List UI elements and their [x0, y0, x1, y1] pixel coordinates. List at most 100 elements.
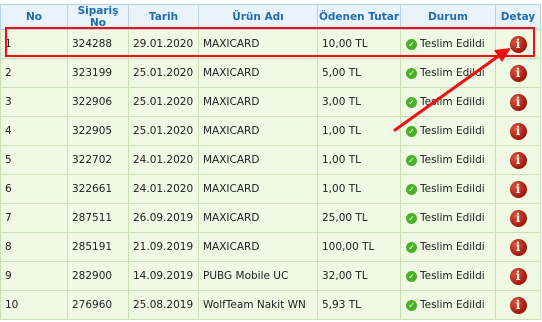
info-icon[interactable]: i	[509, 209, 527, 227]
cell-no: 6	[0, 174, 68, 204]
cell-order-no: 322702	[67, 145, 129, 175]
cell-date: 26.09.2019	[128, 203, 199, 233]
cell-amount: 1,00 TL	[317, 174, 401, 204]
table-row: 2 323199 25.01.2020 MAXICARD 5,00 TL ✓ Teslim …	[0, 58, 541, 88]
table-row: 10 276960 25.08.2019 WolfTeam Nakit WN 5,93 …	[0, 290, 541, 320]
info-icon[interactable]: i	[509, 267, 527, 285]
cell-status: ✓ Teslim Edildi	[400, 203, 496, 233]
cell-no: 10	[0, 290, 68, 320]
cell-status: ✓ Teslim Edildi	[400, 29, 496, 59]
header-detail: Detay	[495, 4, 541, 30]
status-badge: ✓ Teslim Edildi	[406, 154, 485, 166]
cell-order-no: 322906	[67, 87, 129, 117]
cell-date: 25.08.2019	[128, 290, 199, 320]
info-icon[interactable]: i	[509, 180, 527, 198]
cell-amount: 5,00 TL	[317, 58, 401, 88]
cell-detail: i	[495, 174, 541, 204]
cell-amount: 1,00 TL	[317, 145, 401, 175]
cell-amount: 100,00 TL	[317, 232, 401, 262]
cell-no: 2	[0, 58, 68, 88]
check-circle-icon: ✓	[406, 96, 417, 108]
orders-page: No Sipariş No Tarih Ürün Adı Ödenen Tuta…	[0, 0, 542, 322]
cell-date: 29.01.2020	[128, 29, 199, 59]
cell-detail: i	[495, 203, 541, 233]
status-label: Teslim Edildi	[420, 241, 485, 254]
info-icon[interactable]: i	[509, 64, 527, 82]
info-icon[interactable]: i	[509, 238, 527, 256]
status-badge: ✓ Teslim Edildi	[406, 67, 485, 79]
cell-amount: 32,00 TL	[317, 261, 401, 291]
cell-order-no: 324288	[67, 29, 129, 59]
cell-status: ✓ Teslim Edildi	[400, 261, 496, 291]
status-badge: ✓ Teslim Edildi	[406, 183, 485, 195]
cell-no: 3	[0, 87, 68, 117]
cell-product: MAXICARD	[198, 58, 318, 88]
cell-product: MAXICARD	[198, 87, 318, 117]
table-row: 5 322702 24.01.2020 MAXICARD 1,00 TL ✓ Teslim …	[0, 145, 541, 175]
table-row: 6 322661 24.01.2020 MAXICARD 1,00 TL ✓ Teslim …	[0, 174, 541, 204]
status-label: Teslim Edildi	[420, 125, 485, 138]
check-circle-icon: ✓	[406, 241, 417, 253]
cell-date: 25.01.2020	[128, 87, 199, 117]
status-label: Teslim Edildi	[420, 212, 485, 225]
status-badge: ✓ Teslim Edildi	[406, 241, 485, 253]
cell-product: MAXICARD	[198, 232, 318, 262]
info-icon[interactable]: i	[509, 35, 527, 53]
status-label: Teslim Edildi	[420, 299, 485, 312]
check-circle-icon: ✓	[406, 212, 417, 224]
info-icon[interactable]: i	[509, 93, 527, 111]
cell-detail: i	[495, 261, 541, 291]
cell-amount: 25,00 TL	[317, 203, 401, 233]
check-circle-icon: ✓	[406, 270, 417, 282]
cell-amount: 10,00 TL	[317, 29, 401, 59]
cell-status: ✓ Teslim Edildi	[400, 174, 496, 204]
cell-order-no: 322661	[67, 174, 129, 204]
cell-date: 14.09.2019	[128, 261, 199, 291]
cell-no: 1	[0, 29, 68, 59]
check-circle-icon: ✓	[406, 299, 417, 311]
check-circle-icon: ✓	[406, 154, 417, 166]
table-body: 1 324288 29.01.2020 MAXICARD 10,00 TL ✓ Teslim…	[0, 29, 541, 320]
cell-detail: i	[495, 87, 541, 117]
cell-amount: 1,00 TL	[317, 116, 401, 146]
info-icon[interactable]: i	[509, 296, 527, 314]
check-circle-icon: ✓	[406, 67, 417, 79]
check-circle-icon: ✓	[406, 125, 417, 137]
cell-status: ✓ Teslim Edildi	[400, 290, 496, 320]
cell-status: ✓ Teslim Edildi	[400, 145, 496, 175]
cell-status: ✓ Teslim Edildi	[400, 232, 496, 262]
header-amount: Ödenen Tutar	[317, 4, 401, 30]
table-header: No Sipariş No Tarih Ürün Adı Ödenen Tuta…	[0, 4, 541, 30]
status-label: Teslim Edildi	[420, 183, 485, 196]
cell-status: ✓ Teslim Edildi	[400, 58, 496, 88]
cell-product: PUBG Mobile UC	[198, 261, 318, 291]
info-icon[interactable]: i	[509, 151, 527, 169]
table-row: 9 282900 14.09.2019 PUBG Mobile UC 32,00 TL ✓…	[0, 261, 541, 291]
cell-product: MAXICARD	[198, 145, 318, 175]
cell-no: 7	[0, 203, 68, 233]
header-status: Durum	[400, 4, 496, 30]
cell-no: 8	[0, 232, 68, 262]
cell-order-no: 322905	[67, 116, 129, 146]
cell-amount: 3,00 TL	[317, 87, 401, 117]
check-circle-icon: ✓	[406, 38, 417, 50]
check-circle-icon: ✓	[406, 183, 417, 195]
cell-product: MAXICARD	[198, 116, 318, 146]
cell-order-no: 287511	[67, 203, 129, 233]
cell-product: MAXICARD	[198, 174, 318, 204]
status-badge: ✓ Teslim Edildi	[406, 38, 485, 50]
cell-no: 4	[0, 116, 68, 146]
table-row: 1 324288 29.01.2020 MAXICARD 10,00 TL ✓ Teslim…	[0, 29, 541, 59]
orders-table: No Sipariş No Tarih Ürün Adı Ödenen Tuta…	[0, 4, 541, 320]
cell-order-no: 276960	[67, 290, 129, 320]
cell-no: 9	[0, 261, 68, 291]
cell-no: 5	[0, 145, 68, 175]
cell-date: 24.01.2020	[128, 174, 199, 204]
cell-detail: i	[495, 290, 541, 320]
status-label: Teslim Edildi	[420, 38, 485, 51]
status-badge: ✓ Teslim Edildi	[406, 96, 485, 108]
status-label: Teslim Edildi	[420, 67, 485, 80]
header-no: No	[0, 4, 68, 30]
cell-status: ✓ Teslim Edildi	[400, 116, 496, 146]
info-icon[interactable]: i	[509, 122, 527, 140]
